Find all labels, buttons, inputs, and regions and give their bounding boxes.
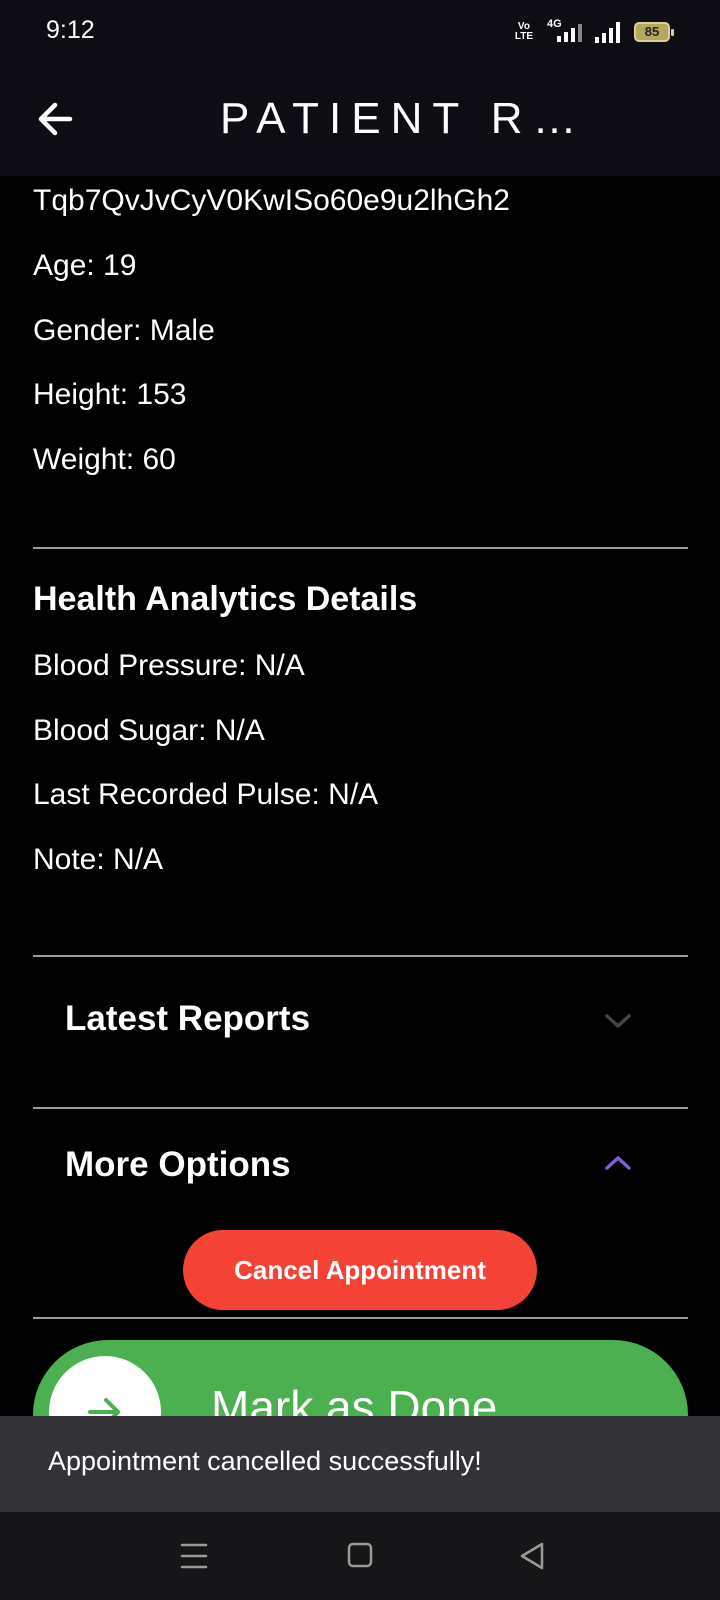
home-icon[interactable] (340, 1538, 380, 1574)
mobile-data-icon: 4G (547, 18, 582, 44)
latest-reports-expander[interactable]: Latest Reports (33, 957, 688, 1077)
divider (33, 547, 688, 549)
patient-id: Tqb7QvJvCyV0KwISo60e9u2lhGh2 (33, 184, 510, 217)
last-recorded-pulse: Last Recorded Pulse: N/A (33, 778, 379, 811)
note: Note: N/A (33, 843, 164, 876)
more-options-title: More Options (65, 1145, 291, 1184)
patient-weight: Weight: 60 (33, 443, 176, 476)
blood-pressure: Blood Pressure: N/A (33, 649, 305, 682)
arrow-left-icon (38, 102, 73, 136)
battery-level: 85 (644, 24, 660, 39)
screen: 9:12 Vo LTE 4G 85 PATIENT R… Tqb7QvJvCyV… (0, 0, 720, 1600)
status-time: 9:12 (46, 16, 95, 44)
chevron-down-icon (605, 1014, 631, 1028)
patient-height: Height: 153 (33, 378, 187, 411)
patient-gender: Gender: Male (33, 314, 215, 347)
chevron-up-icon (605, 1156, 631, 1170)
menu-icon[interactable] (174, 1538, 214, 1574)
health-analytics-title: Health Analytics Details (33, 580, 418, 618)
volte-icon: Vo LTE (514, 21, 533, 42)
divider (33, 1317, 688, 1319)
cancel-appointment-button[interactable]: Cancel Appointment (183, 1230, 537, 1310)
status-icons: Vo LTE 4G 85 (514, 18, 674, 46)
patient-age: Age: 19 (33, 249, 137, 282)
blood-sugar: Blood Sugar: N/A (33, 714, 265, 747)
snackbar: Appointment cancelled successfully! (0, 1416, 720, 1512)
status-bar: 9:12 Vo LTE 4G 85 (0, 0, 720, 64)
back-button[interactable] (30, 92, 84, 146)
back-nav-icon[interactable] (512, 1538, 552, 1574)
battery-icon: 85 (634, 22, 674, 42)
system-nav-bar (0, 1512, 720, 1600)
more-options-expander[interactable]: More Options (33, 1109, 688, 1229)
latest-reports-title: Latest Reports (65, 999, 311, 1038)
app-bar: PATIENT R… (0, 64, 720, 176)
signal-icon (595, 21, 620, 43)
snackbar-message: Appointment cancelled successfully! (48, 1446, 482, 1476)
page-title: PATIENT R… (220, 94, 587, 143)
